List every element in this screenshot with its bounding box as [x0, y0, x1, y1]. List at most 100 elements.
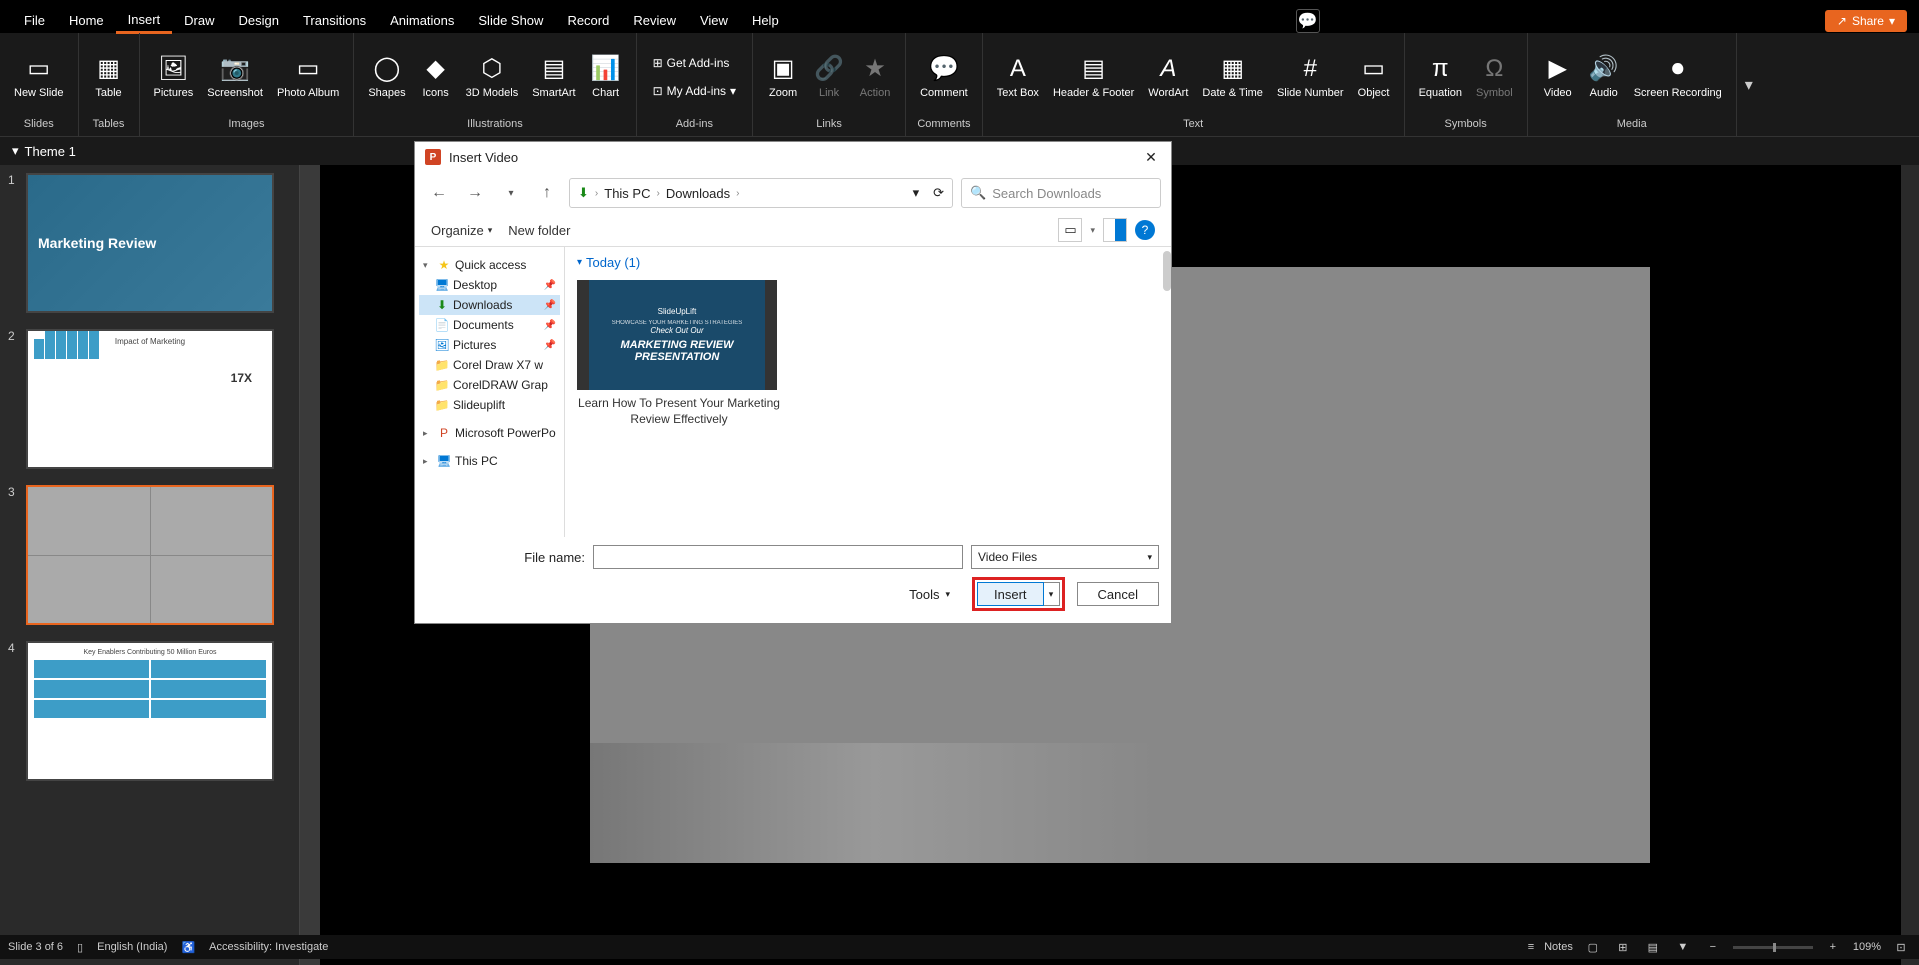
- screen-recording-button[interactable]: ⏺Screen Recording: [1628, 48, 1728, 104]
- equation-button[interactable]: πEquation: [1413, 48, 1468, 104]
- up-button[interactable]: ↑: [533, 179, 561, 207]
- slidenumber-button[interactable]: #Slide Number: [1271, 48, 1350, 104]
- file-area-scrollbar[interactable]: [1163, 251, 1171, 291]
- header-footer-button[interactable]: ▤Header & Footer: [1047, 48, 1140, 104]
- accessibility-status[interactable]: Accessibility: Investigate: [209, 941, 328, 953]
- menu-animations[interactable]: Animations: [378, 9, 466, 32]
- normal-view-button[interactable]: ▢: [1583, 941, 1603, 954]
- slide-sorter-button[interactable]: ⊞: [1613, 941, 1633, 954]
- preview-pane-button[interactable]: [1103, 218, 1127, 242]
- file-area[interactable]: ▾ Today (1) SlideUpLift SHOWCASE YOUR MA…: [565, 247, 1171, 537]
- chart-button[interactable]: 📊Chart: [584, 48, 628, 104]
- zoom-slider[interactable]: [1733, 946, 1813, 949]
- slide-thumbnail-4[interactable]: Key Enablers Contributing 50 Million Eur…: [26, 641, 274, 781]
- slide-thumb-3[interactable]: 3: [0, 477, 299, 633]
- breadcrumb-thispc[interactable]: This PC: [604, 186, 650, 201]
- slide-thumb-1[interactable]: 1 Marketing Review: [0, 165, 299, 321]
- reading-view-button[interactable]: ▤: [1643, 941, 1663, 954]
- table-button[interactable]: ▦Table: [87, 48, 131, 104]
- menu-draw[interactable]: Draw: [172, 9, 226, 32]
- expand-icon[interactable]: ▸: [423, 456, 433, 467]
- expand-icon[interactable]: ▸: [423, 428, 433, 439]
- new-slide-button[interactable]: ▭New Slide: [8, 48, 70, 104]
- tree-slideuplift[interactable]: 📁Slideuplift: [419, 395, 560, 415]
- tree-powerpoint[interactable]: ▸PMicrosoft PowerPo: [419, 423, 560, 443]
- tree-coreldraw-grap[interactable]: 📁CorelDRAW Grap: [419, 375, 560, 395]
- organize-button[interactable]: Organize ▾: [431, 223, 492, 238]
- back-button[interactable]: ←: [425, 179, 453, 207]
- notes-button[interactable]: Notes: [1544, 941, 1573, 953]
- my-addins-button[interactable]: ⊡My Add-ins▾: [645, 80, 744, 102]
- zoom-in-button[interactable]: +: [1823, 941, 1843, 953]
- slide-thumbnail-1[interactable]: Marketing Review: [26, 173, 274, 313]
- tree-coreldraw[interactable]: 📁Corel Draw X7 w: [419, 355, 560, 375]
- textbox-button[interactable]: AText Box: [991, 48, 1045, 104]
- zoom-button[interactable]: ▣Zoom: [761, 48, 805, 104]
- file-group-today[interactable]: ▾ Today (1): [577, 255, 1159, 270]
- slide-panel-scrollbar[interactable]: [300, 165, 320, 965]
- slide-thumbnail-2[interactable]: Impact of Marketing 17X: [26, 329, 274, 469]
- dialog-titlebar[interactable]: P Insert Video ✕: [415, 142, 1171, 172]
- slide-thumbnail-3[interactable]: [26, 485, 274, 625]
- zoom-level[interactable]: 109%: [1853, 941, 1881, 953]
- wordart-button[interactable]: AWordArt: [1142, 48, 1194, 104]
- help-button[interactable]: ?: [1135, 220, 1155, 240]
- expand-icon[interactable]: ▾: [423, 260, 433, 271]
- tree-quick-access[interactable]: ▾ ★ Quick access: [419, 255, 560, 275]
- object-button[interactable]: ▭Object: [1352, 48, 1396, 104]
- chevron-down-icon[interactable]: ▾: [913, 185, 920, 201]
- view-mode-button[interactable]: ▭: [1058, 218, 1082, 242]
- photo-album-button[interactable]: ▭Photo Album: [271, 48, 345, 104]
- menu-help[interactable]: Help: [740, 9, 791, 32]
- tree-documents[interactable]: 📄Documents📌: [419, 315, 560, 335]
- slide-thumb-4[interactable]: 4 Key Enablers Contributing 50 Million E…: [0, 633, 299, 789]
- tree-desktop[interactable]: 🖥Desktop📌: [419, 275, 560, 295]
- screenshot-button[interactable]: 📷Screenshot: [201, 48, 269, 104]
- get-addins-button[interactable]: ⊞Get Add-ins: [645, 52, 738, 74]
- fit-window-button[interactable]: ⊡: [1891, 941, 1911, 954]
- menu-file[interactable]: File: [12, 9, 57, 32]
- refresh-button[interactable]: ⟳: [933, 185, 944, 201]
- slide-panel[interactable]: 1 Marketing Review 2 Impact of Marketing…: [0, 165, 300, 965]
- tree-thispc[interactable]: ▸🖥This PC: [419, 451, 560, 471]
- cancel-button[interactable]: Cancel: [1077, 582, 1159, 606]
- menu-view[interactable]: View: [688, 9, 740, 32]
- 3d-models-button[interactable]: ⬡3D Models: [460, 48, 525, 104]
- zoom-out-button[interactable]: −: [1703, 941, 1723, 953]
- menu-review[interactable]: Review: [621, 9, 688, 32]
- recent-button[interactable]: ▾: [497, 179, 525, 207]
- folder-tree[interactable]: ▾ ★ Quick access 🖥Desktop📌 ⬇Downloads📌 📄…: [415, 247, 565, 537]
- new-folder-button[interactable]: New folder: [508, 223, 570, 238]
- datetime-button[interactable]: ▦Date & Time: [1196, 48, 1269, 104]
- menu-design[interactable]: Design: [227, 9, 291, 32]
- filetype-select[interactable]: Video Files ▾: [971, 545, 1159, 569]
- audio-button[interactable]: 🔊Audio: [1582, 48, 1626, 104]
- slide-thumb-2[interactable]: 2 Impact of Marketing 17X: [0, 321, 299, 477]
- menu-home[interactable]: Home: [57, 9, 116, 32]
- menu-record[interactable]: Record: [555, 9, 621, 32]
- pictures-button[interactable]: 🖼Pictures: [148, 48, 200, 104]
- insert-button[interactable]: Insert: [977, 582, 1044, 606]
- comments-button[interactable]: 💬: [1296, 9, 1320, 33]
- share-button[interactable]: ↗ Share ▾: [1825, 10, 1907, 32]
- insert-dropdown-button[interactable]: ▾: [1044, 582, 1060, 606]
- menu-transitions[interactable]: Transitions: [291, 9, 378, 32]
- chevron-down-icon[interactable]: ▾: [1090, 225, 1095, 236]
- smartart-button[interactable]: ▤SmartArt: [526, 48, 581, 104]
- filename-input[interactable]: [593, 545, 963, 569]
- slideshow-view-button[interactable]: ▼: [1673, 941, 1693, 953]
- file-item-video[interactable]: SlideUpLift SHOWCASE YOUR MARKETING STRA…: [577, 280, 781, 427]
- tree-downloads[interactable]: ⬇Downloads📌: [419, 295, 560, 315]
- slide-info[interactable]: Slide 3 of 6: [8, 941, 63, 953]
- shapes-button[interactable]: ◯Shapes: [362, 48, 411, 104]
- comment-button[interactable]: 💬Comment: [914, 48, 974, 104]
- ribbon-collapse-button[interactable]: ▾: [1737, 33, 1761, 136]
- canvas-scrollbar[interactable]: [1901, 165, 1919, 965]
- menu-slideshow[interactable]: Slide Show: [466, 9, 555, 32]
- language-status[interactable]: English (India): [97, 941, 167, 953]
- video-button[interactable]: ▶Video: [1536, 48, 1580, 104]
- forward-button[interactable]: →: [461, 179, 489, 207]
- breadcrumb[interactable]: ⬇ › This PC › Downloads › ▾ ⟳: [569, 178, 953, 208]
- icons-button[interactable]: ◆Icons: [414, 48, 458, 104]
- breadcrumb-downloads[interactable]: Downloads: [666, 186, 730, 201]
